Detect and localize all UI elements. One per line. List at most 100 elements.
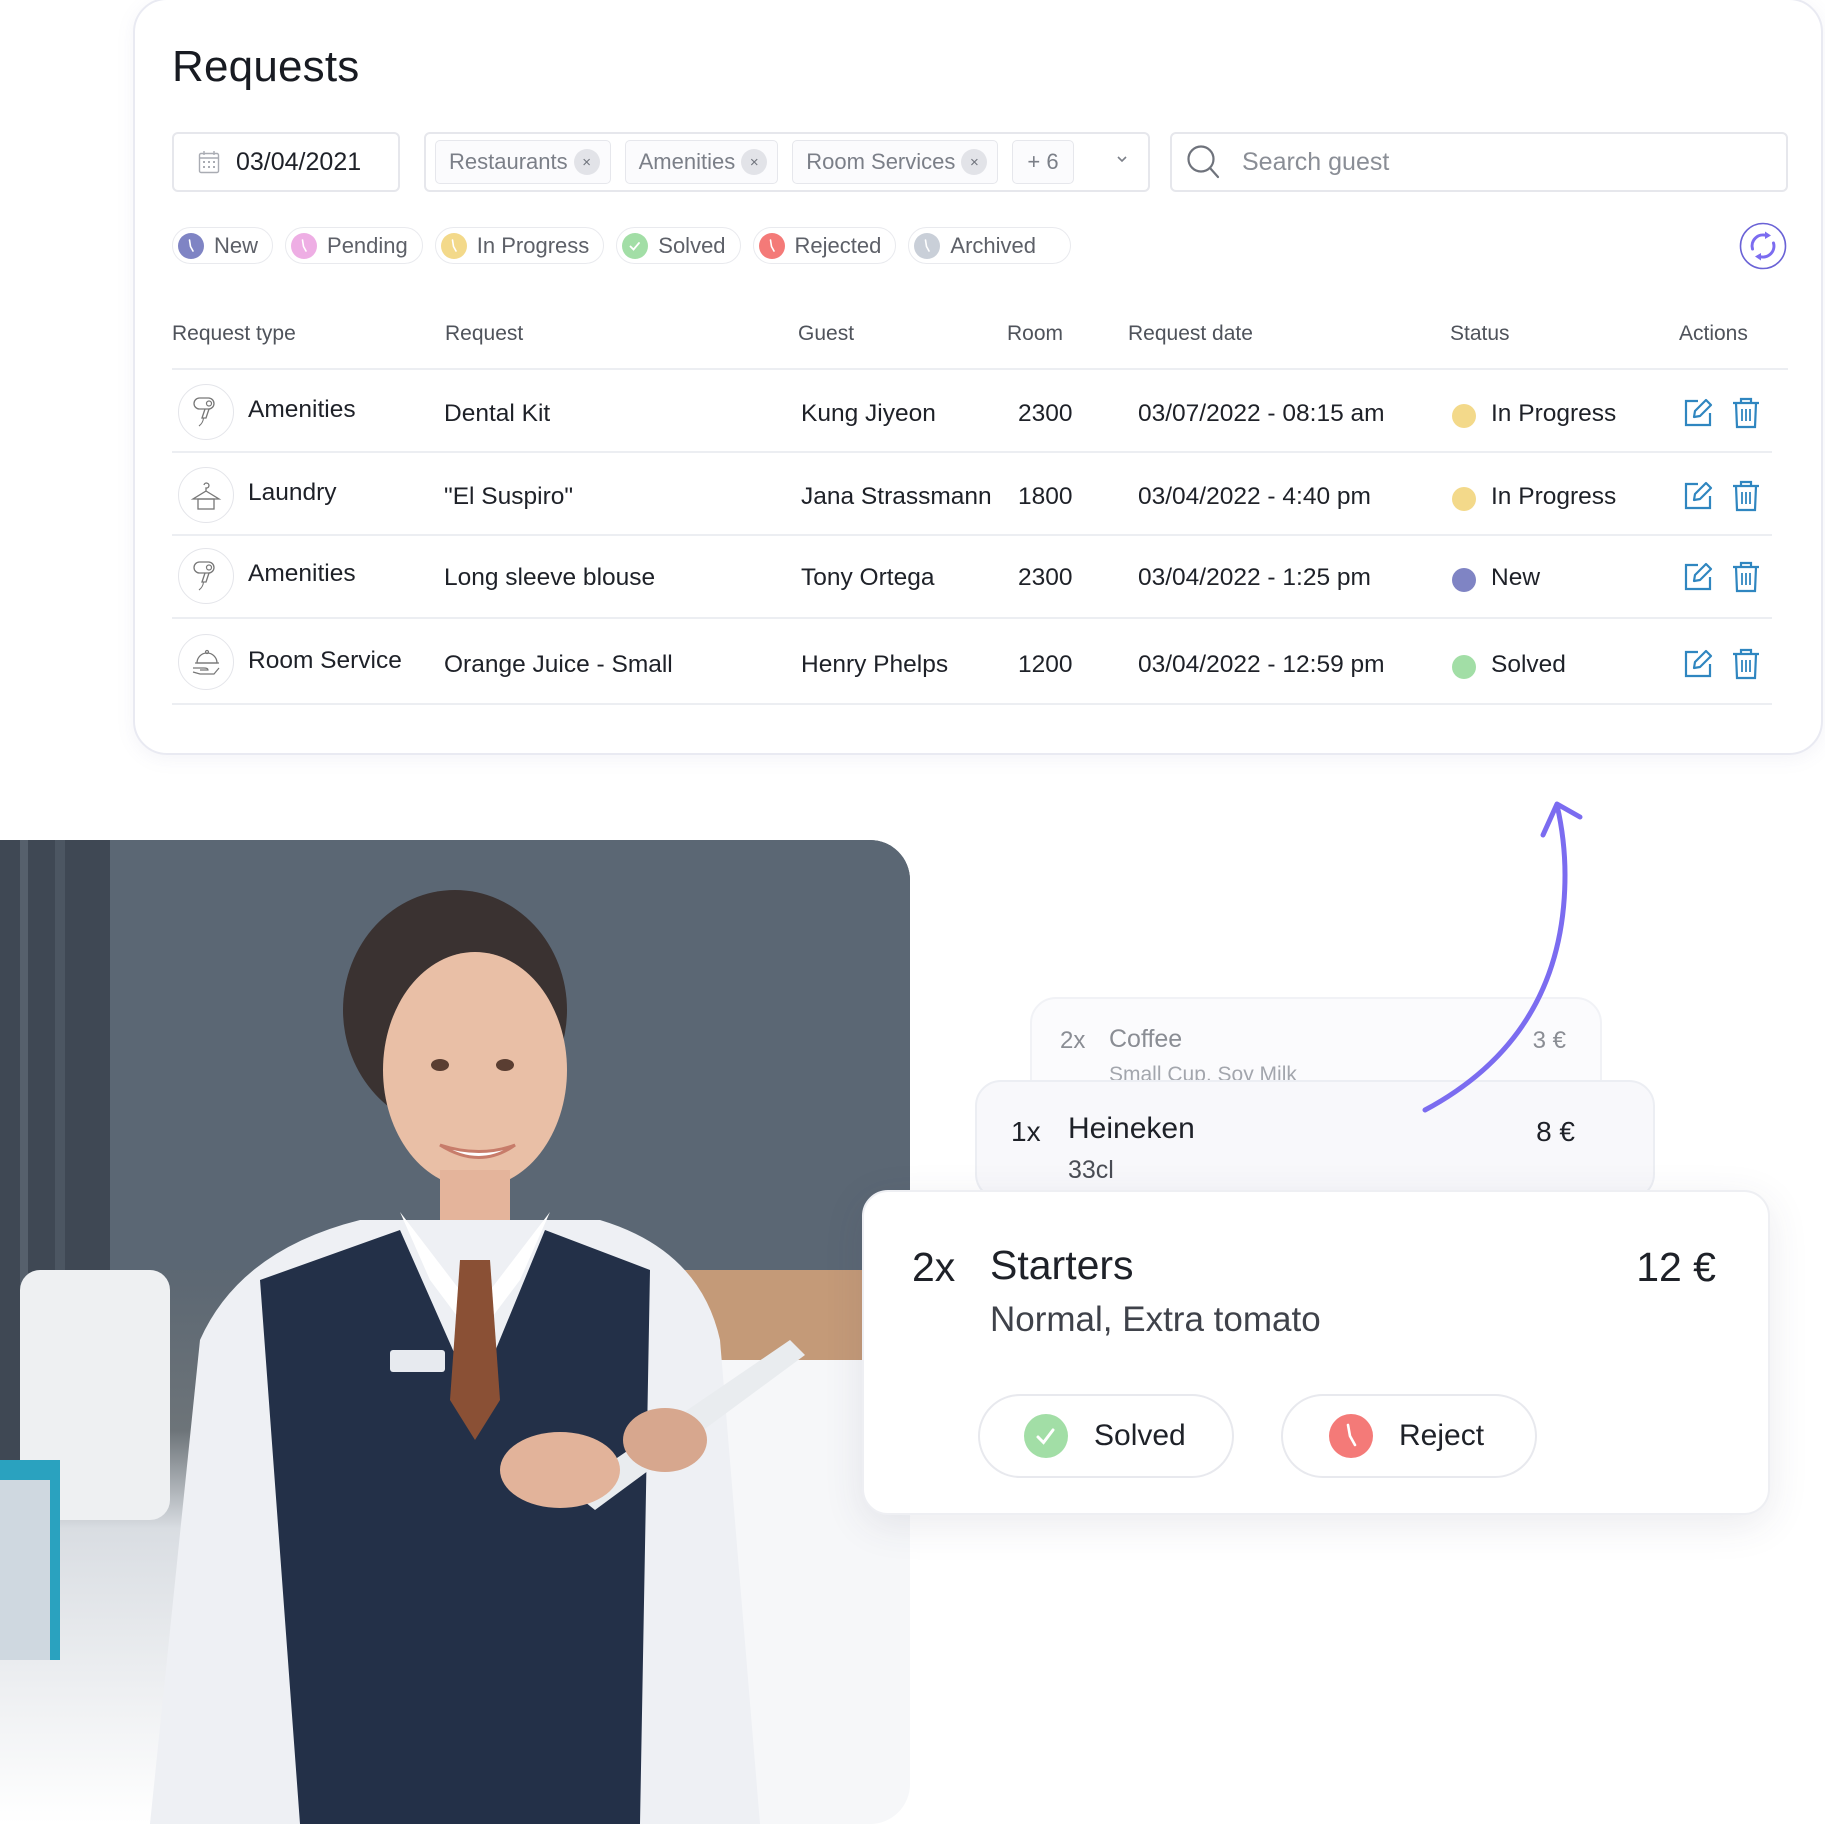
staff-photo [0, 840, 910, 1824]
search-guest-input[interactable] [1242, 147, 1722, 177]
cell-request: "El Suspiro" [444, 483, 574, 510]
order-item-details: 33cl [1068, 1156, 1114, 1184]
status-clock-icon [1452, 568, 1476, 592]
mark-solved-button[interactable]: Solved [978, 1394, 1234, 1478]
chip-restaurants: Restaurants × [435, 140, 611, 184]
cell-guest: Tony Ortega [801, 564, 935, 591]
status-pill-in-progress[interactable]: In Progress [434, 227, 605, 264]
clock-icon [758, 232, 785, 259]
chevron-down-icon[interactable] [1114, 151, 1130, 167]
order-card-starters: 2x Starters Normal, Extra tomato 12 € So… [862, 1190, 1770, 1515]
column-header-guest[interactable]: Guest [798, 322, 854, 346]
edit-icon[interactable] [1681, 396, 1715, 430]
hanger-icon [178, 467, 234, 523]
hair-dryer-icon [178, 384, 234, 440]
edit-icon[interactable] [1681, 479, 1715, 513]
column-header-request-type[interactable]: Request type [172, 322, 296, 346]
trash-icon[interactable] [1729, 479, 1763, 513]
order-quantity: 1x [1011, 1116, 1041, 1147]
order-item-name: Heineken [1068, 1112, 1195, 1145]
cell-status: In Progress [1491, 483, 1617, 510]
table-header: Request type Request Guest Room Request … [172, 318, 1788, 370]
column-header-status[interactable]: Status [1450, 322, 1510, 346]
refresh-icon[interactable] [1739, 222, 1787, 270]
pill-label: Archived [950, 232, 1036, 258]
pill-label: New [214, 232, 259, 258]
status-pill-rejected[interactable]: Rejected [752, 227, 897, 264]
date-value: 03/04/2021 [236, 147, 362, 176]
cell-status: In Progress [1491, 400, 1617, 427]
cell-request-type: Room Service [248, 647, 402, 674]
chip-amenities: Amenities × [624, 140, 779, 184]
clock-icon [1329, 1414, 1373, 1458]
order-card-heineken[interactable]: 1x Heineken 33cl 8 € [975, 1080, 1655, 1200]
cell-status: Solved [1491, 651, 1566, 678]
check-icon [1024, 1414, 1068, 1458]
more-chips-badge[interactable]: + 6 [1012, 140, 1074, 184]
reject-button[interactable]: Reject [1281, 1394, 1537, 1478]
clock-icon [178, 232, 204, 259]
cell-request-type: Amenities [248, 396, 356, 423]
order-item-name: Starters [990, 1242, 1134, 1288]
trash-icon[interactable] [1729, 560, 1763, 594]
cell-request-date: 03/04/2022 - 4:40 pm [1138, 483, 1371, 510]
staff-illustration [0, 840, 910, 1824]
cell-status: New [1491, 564, 1541, 591]
order-price: 3 € [1532, 1027, 1566, 1054]
status-pill-solved[interactable]: Solved [616, 227, 741, 264]
cell-room: 1200 [1018, 651, 1073, 678]
clock-icon [440, 232, 467, 259]
cell-request-date: 03/07/2022 - 08:15 am [1138, 400, 1385, 427]
clock-icon [291, 232, 318, 259]
status-pill-new[interactable]: New [172, 227, 274, 264]
table-row[interactable]: Amenities Long sleeve blouse Tony Ortega… [172, 538, 1772, 619]
cell-request-date: 03/04/2022 - 12:59 pm [1138, 651, 1385, 678]
edit-icon[interactable] [1681, 647, 1715, 681]
pill-label: Pending [327, 232, 408, 258]
order-item-details: Normal, Extra tomato [990, 1300, 1321, 1339]
column-header-request[interactable]: Request [445, 322, 523, 346]
trash-icon[interactable] [1729, 396, 1763, 430]
status-filter-pills: New Pending In Progress Solved Rejected [172, 227, 1071, 264]
status-clock-icon [1452, 487, 1476, 511]
page-title: Requests [172, 42, 360, 91]
chip-label: Room Services [806, 149, 956, 174]
cell-request-type: Amenities [248, 560, 356, 587]
pill-label: Solved [658, 232, 726, 258]
calendar-icon [198, 151, 220, 174]
remove-chip-icon[interactable]: × [573, 149, 600, 175]
cloche-icon [178, 634, 234, 690]
table-row[interactable]: Amenities Dental Kit Kung Jiyeon 2300 03… [172, 372, 1772, 453]
cell-room: 2300 [1018, 564, 1073, 591]
cell-request: Dental Kit [444, 400, 551, 427]
cell-request-type: Laundry [248, 479, 337, 506]
order-quantity: 2x [912, 1244, 956, 1290]
table-row[interactable]: Laundry "El Suspiro" Jana Strassmann 180… [172, 455, 1772, 536]
column-header-request-date[interactable]: Request date [1128, 322, 1253, 346]
requests-panel: Requests 03/04/2021 Restaurants × Amenit… [133, 0, 1823, 755]
edit-icon[interactable] [1681, 560, 1715, 594]
column-header-room[interactable]: Room [1007, 322, 1063, 346]
search-icon [1187, 145, 1220, 179]
hair-dryer-icon [178, 548, 234, 604]
chip-label: Restaurants [449, 149, 568, 174]
search-guest-field[interactable] [1170, 132, 1788, 192]
table-row[interactable]: Room Service Orange Juice - Small Henry … [172, 619, 1772, 705]
date-filter[interactable]: 03/04/2021 [172, 132, 400, 192]
category-filter[interactable]: Restaurants × Amenities × Room Services … [424, 132, 1150, 192]
cell-request: Orange Juice - Small [444, 651, 673, 678]
status-clock-icon [1452, 404, 1476, 428]
cell-room: 2300 [1018, 400, 1073, 427]
chip-label: Amenities [638, 149, 736, 174]
remove-chip-icon[interactable]: × [961, 149, 988, 175]
order-item-name: Coffee [1109, 1025, 1183, 1053]
status-pill-pending[interactable]: Pending [285, 227, 423, 264]
trash-icon[interactable] [1729, 647, 1763, 681]
cell-request: Long sleeve blouse [444, 564, 656, 591]
remove-chip-icon[interactable]: × [741, 149, 768, 175]
cell-guest: Jana Strassmann [801, 483, 992, 510]
cell-guest: Henry Phelps [801, 651, 949, 678]
column-header-actions: Actions [1679, 322, 1748, 345]
status-pill-archived[interactable]: Archived [908, 227, 1071, 264]
cell-request-date: 03/04/2022 - 1:25 pm [1138, 564, 1371, 591]
